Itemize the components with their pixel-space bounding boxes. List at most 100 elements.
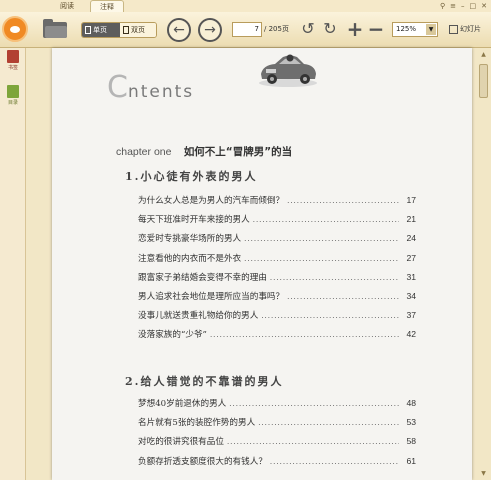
minimize-icon[interactable]: –: [461, 0, 465, 12]
toc-entry[interactable]: 男人追求社会地位是理所应当的事吗？ 34: [138, 290, 416, 309]
toc-entry-title: 注意看他的内衣而不是外衣: [138, 253, 242, 264]
toc-entry[interactable]: 没落家族的“少爷” 42: [138, 328, 416, 347]
chapter-title: 如何不上“冒牌男”的当: [183, 146, 293, 158]
single-page-label: 单页: [93, 26, 107, 34]
toc-entry-title: 没事儿就送贵重礼物给你的男人: [138, 311, 259, 322]
toc-entry-title: 负额存折透支额度很大的有钱人？: [138, 456, 267, 467]
toc-entry[interactable]: 梦想40岁前退休的男人 48: [138, 397, 416, 416]
open-folder-icon[interactable]: [43, 19, 67, 38]
previous-page-button[interactable]: ←: [167, 18, 191, 42]
slideshow-button[interactable]: 幻灯片: [449, 22, 481, 37]
toc-entry[interactable]: 名片就有5张的装腔作势的男人 53: [138, 416, 416, 435]
page-total-label: / 205页: [264, 25, 289, 33]
toc-leader: [287, 293, 399, 301]
car-illustration: [259, 54, 317, 87]
single-page-icon: [85, 26, 91, 34]
toc-icon: [7, 85, 19, 98]
toc-leader: [210, 331, 399, 339]
toc-entry-page: 48: [406, 398, 416, 408]
title-bar: 阅读 注释 ⚲ ≡ – □ ✕: [0, 0, 491, 12]
view-mode-group: 单页 双页: [81, 22, 157, 38]
double-page-icon: [123, 26, 129, 34]
zoom-select[interactable]: 125% ▼: [392, 22, 438, 37]
tab-notes[interactable]: 注释: [90, 0, 124, 12]
toc-entry[interactable]: 每天下班准时开车来接的男人 21: [138, 213, 416, 232]
toc-leader: [270, 458, 399, 466]
toc-entry-title: 为什么女人总是为男人的汽车而倾倒？: [138, 196, 285, 206]
toc-entry-page: 53: [406, 417, 416, 428]
toc-leader: [287, 197, 399, 205]
slideshow-label: 幻灯片: [460, 25, 481, 33]
zoom-in-icon[interactable]: +: [346, 19, 364, 39]
toc-list: 梦想40岁前退休的男人 48 名片就有5张的装腔作势的男人 53 对吃的很讲究很有品…: [138, 397, 416, 474]
contents-heading-rest: ntents: [127, 82, 195, 102]
toc-entry-title: 梦想40岁前退休的男人: [138, 399, 227, 409]
page-number-input[interactable]: 7: [232, 22, 262, 37]
sidebar-item-toc[interactable]: 目录: [3, 85, 23, 106]
toc-leader: [258, 419, 399, 427]
scroll-up-icon[interactable]: ▲: [479, 50, 488, 59]
section-title: 2.给人错觉的不靠谱的男人: [125, 375, 284, 388]
scrollbar-thumb[interactable]: [479, 64, 488, 98]
toc-entry[interactable]: 注意看他的内衣而不是外衣 27: [138, 252, 416, 271]
toc-entry-title: 名片就有5张的装腔作势的男人: [138, 418, 256, 429]
zoom-value: 125%: [396, 25, 417, 33]
menu-icon[interactable]: ≡: [450, 0, 456, 12]
contents-heading: C ntents: [107, 70, 194, 105]
toc-entry-page: 27: [406, 252, 416, 263]
single-page-button[interactable]: 单页: [82, 23, 120, 37]
rotate-right-icon[interactable]: ↻: [321, 20, 339, 38]
toc-entry[interactable]: 对吃的很讲究很有品位 58: [138, 435, 416, 454]
tab-read[interactable]: 阅读: [52, 0, 82, 12]
toc-entry-page: 34: [406, 290, 416, 301]
toc-list: 为什么女人总是为男人的汽车而倾倒？ 17 每天下班准时开车来接的男人 21 恋爱时专…: [138, 194, 416, 348]
double-page-button[interactable]: 双页: [120, 23, 156, 37]
toc-entry-title: 跟富家子弟结婚会变得不幸的理由: [138, 272, 267, 283]
toc-entry[interactable]: 跟富家子弟结婚会变得不幸的理由 31: [138, 271, 416, 290]
scroll-down-icon[interactable]: ▼: [479, 469, 488, 478]
vertical-scrollbar[interactable]: ▲ ▼: [476, 48, 491, 480]
app-logo-icon[interactable]: [2, 16, 28, 42]
toc-entry-page: 21: [406, 214, 416, 225]
close-icon[interactable]: ✕: [481, 0, 487, 12]
toc-leader: [244, 255, 399, 263]
toc-entry[interactable]: 没事儿就送贵重礼物给你的男人 37: [138, 309, 416, 328]
toolbar: 单页 双页 ← → 7 / 205页 ↺ ↻ + − 125% ▼ 幻灯片: [0, 12, 491, 48]
chevron-down-icon: ▼: [426, 24, 436, 35]
double-page-label: 双页: [131, 26, 145, 34]
section-title: 1.小心徒有外表的男人: [125, 170, 258, 183]
window-controls: ⚲ ≡ – □ ✕: [440, 0, 487, 12]
toc-entry[interactable]: 恋爱时专挑豪华场所的男人 24: [138, 232, 416, 251]
bookmark-icon: [7, 50, 19, 63]
zoom-out-icon[interactable]: −: [367, 19, 385, 39]
toc-leader: [253, 216, 399, 224]
toc-leader: [229, 400, 399, 408]
toc-entry-title: 没落家族的“少爷”: [138, 330, 207, 341]
arrow-right-icon: →: [204, 22, 216, 38]
toc-entry-page: 24: [406, 233, 416, 244]
toc-leader: [261, 312, 399, 320]
document-page[interactable]: C ntents chapter one 如何不上“冒牌男”的当 1.小心徒有外…: [52, 48, 472, 480]
toc-entry[interactable]: 负额存折透支额度很大的有钱人？ 61: [138, 455, 416, 474]
toc-entry-title: 男人追求社会地位是理所应当的事吗？: [138, 291, 285, 302]
toc-entry-title: 每天下班准时开车来接的男人: [138, 215, 250, 226]
toc-entry-title: 对吃的很讲究很有品位: [138, 437, 224, 448]
toc-entry-page: 37: [406, 310, 416, 321]
toc-leader: [244, 235, 399, 243]
skin-icon[interactable]: ⚲: [440, 0, 445, 12]
sidebar: 书签 目录: [0, 48, 26, 480]
toc-entry-page: 58: [406, 436, 416, 447]
chapter-number: chapter one: [116, 146, 172, 158]
chapter-heading: chapter one 如何不上“冒牌男”的当: [116, 144, 292, 159]
next-page-button[interactable]: →: [198, 18, 222, 42]
sidebar-toc-label: 目录: [7, 100, 18, 106]
sidebar-bookmarks-label: 书签: [7, 65, 18, 71]
arrow-left-icon: ←: [173, 22, 185, 38]
maximize-icon[interactable]: □: [470, 0, 477, 12]
toc-leader: [227, 438, 399, 446]
toc-entry-page: 31: [406, 271, 416, 282]
toc-entry-page: 42: [406, 329, 416, 340]
toc-entry[interactable]: 为什么女人总是为男人的汽车而倾倒？ 17: [138, 194, 416, 213]
sidebar-item-bookmarks[interactable]: 书签: [3, 50, 23, 71]
rotate-left-icon[interactable]: ↺: [299, 20, 317, 38]
